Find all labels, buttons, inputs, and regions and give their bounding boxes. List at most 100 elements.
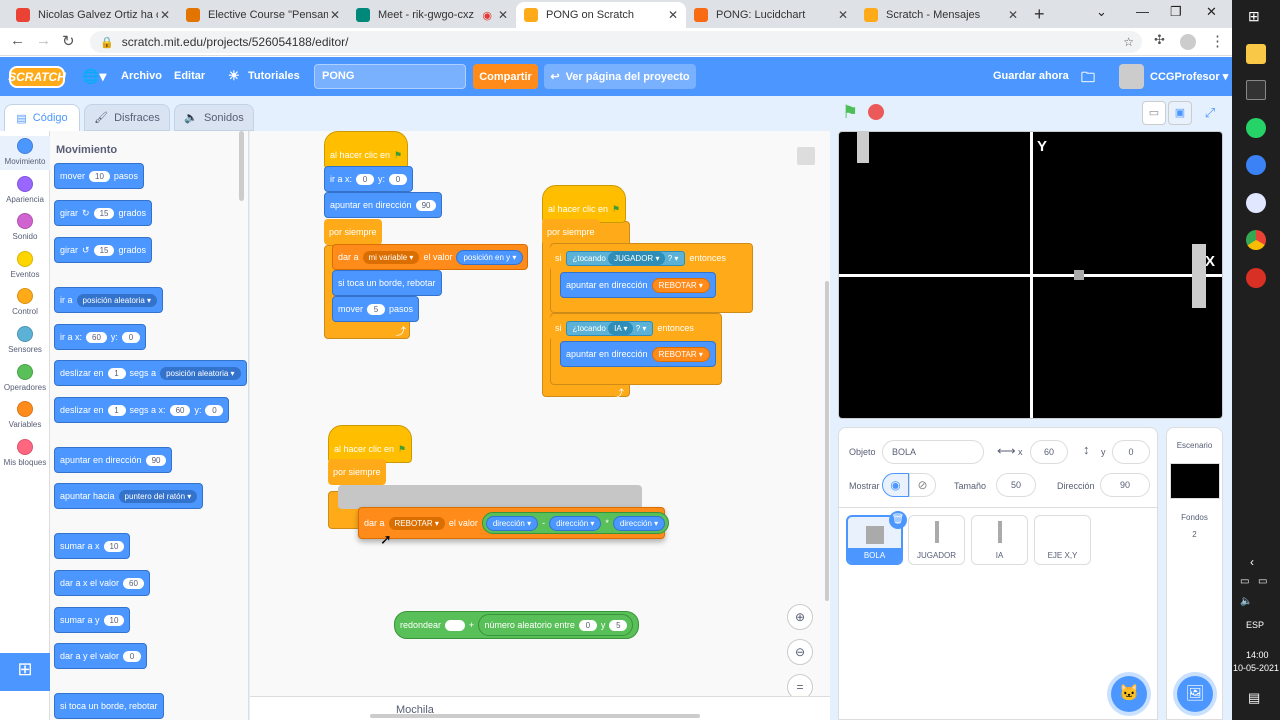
block-dar-x[interactable]: dar a x el valor 60 <box>54 570 150 596</box>
new-tab-icon[interactable]: + <box>1034 4 1045 25</box>
stage-canvas[interactable]: Y X <box>838 131 1223 419</box>
back-icon[interactable]: ← <box>10 32 25 49</box>
block-apuntar-direccion[interactable]: apuntar en dirección 90 <box>324 192 443 218</box>
browser-tab[interactable]: PONG: Lucidchart ✕ <box>686 2 856 28</box>
block-sumar-y[interactable]: sumar a y 10 <box>54 607 131 633</box>
menu-archivo[interactable]: Archivo <box>121 70 162 82</box>
operator-redondear[interactable]: redondear + número aleatorio entre 0 y 5 <box>394 611 640 639</box>
recorder-icon[interactable] <box>1246 268 1266 288</box>
when-flag-clicked-hat[interactable]: al hacer clic en ⚑ <box>542 185 627 223</box>
size-input[interactable]: 50 <box>996 473 1036 497</box>
zoom-out-button[interactable]: ⊖ <box>787 639 813 665</box>
share-button[interactable]: Compartir <box>473 64 538 89</box>
y-input[interactable]: 0 <box>1112 440 1150 464</box>
battery-icon[interactable]: ▭ <box>1258 576 1267 587</box>
sprite-tile-eje[interactable]: EJE X,Y <box>1034 515 1091 565</box>
zoom-in-button[interactable]: ⊕ <box>787 604 813 630</box>
operator-multiply[interactable]: dirección-dirección*dirección <box>481 512 670 534</box>
whatsapp-icon[interactable] <box>1246 118 1266 138</box>
my-stuff-folder-icon[interactable]: 🗀 <box>1081 67 1095 91</box>
category-mis-bloques[interactable]: Mis bloques <box>0 439 50 467</box>
block-rebotar[interactable]: si toca un borde, rebotar <box>332 270 442 296</box>
category-apariencia[interactable]: Apariencia <box>0 176 50 204</box>
close-icon[interactable]: ✕ <box>498 8 508 22</box>
category-sensores[interactable]: Sensores <box>0 326 50 354</box>
save-now-button[interactable]: Guardar ahora <box>993 70 1069 82</box>
block-apuntar-hacia[interactable]: apuntar hacia puntero del ratón <box>54 483 204 509</box>
tab-sounds[interactable]: 🔈 Sonidos <box>174 104 254 131</box>
scratch-logo[interactable]: SCRATCH <box>8 66 66 88</box>
stop-icon[interactable] <box>868 104 884 120</box>
choose-sprite-cat-icon[interactable]: 🐱 <box>1111 676 1147 712</box>
category-variables[interactable]: Variables <box>0 401 50 429</box>
choose-backdrop-icon[interactable]: 🖼 <box>1177 676 1213 712</box>
workspace-v-scrollbar[interactable] <box>825 281 829 601</box>
block-si[interactable]: si¿tocando JUGADOR ?entonces <box>550 245 731 271</box>
fullscreen-icon[interactable]: ⤢ <box>1198 101 1222 125</box>
tab-search-icon[interactable]: ⌄ <box>1096 4 1107 20</box>
close-icon[interactable]: ✕ <box>1008 8 1018 22</box>
user-avatar[interactable] <box>1119 64 1144 89</box>
browser-tab[interactable]: Nicolas Galvez Ortiz ha com ✕ <box>8 2 178 28</box>
category-eventos[interactable]: Eventos <box>0 251 50 279</box>
reload-icon[interactable]: ↻ <box>62 32 75 50</box>
sprite-tile-bola[interactable]: BOLA 🗑 <box>846 511 907 565</box>
browser-tab[interactable]: Elective Course "Pensamien ✕ <box>178 2 348 28</box>
when-flag-clicked-hat[interactable]: al hacer clic en ⚑ <box>324 131 409 169</box>
block-dar-variable[interactable]: dar ami variableel valorposición en y <box>332 244 528 270</box>
close-icon[interactable]: ✕ <box>330 8 340 22</box>
tab-costumes[interactable]: 🖌 Disfraces <box>84 104 170 131</box>
code-workspace[interactable]: al hacer clic en ⚑ ir a x: 0 y: 0 apuntar en… <box>250 131 830 720</box>
hide-eye-icon[interactable]: ⊘ <box>909 473 936 497</box>
category-movimiento[interactable]: Movimiento <box>0 136 50 170</box>
block-girar-derecha[interactable]: girar ↻ 15 grados <box>54 200 152 226</box>
maximize-icon[interactable]: ❐ <box>1170 4 1182 20</box>
chrome-icon[interactable] <box>1246 230 1266 250</box>
clock-date[interactable]: 10-05-2021 <box>1232 663 1280 673</box>
block-mover[interactable]: mover 5 pasos <box>332 296 420 322</box>
add-extension-button[interactable]: ⊞ <box>0 653 50 691</box>
chevron-up-icon[interactable]: ‹ <box>1250 555 1254 569</box>
workspace-h-scrollbar[interactable] <box>370 714 700 718</box>
browser-tab[interactable]: Meet - rik-gwgo-cxz ◉ ✕ <box>348 2 516 28</box>
delete-trash-icon[interactable]: 🗑 <box>889 511 907 529</box>
stage-selector[interactable]: Escenario Fondos 2 🖼 <box>1166 427 1223 720</box>
show-eye-icon[interactable]: ◉ <box>882 473 909 497</box>
account-menu[interactable]: CCGProfesor ▾ <box>1150 70 1228 83</box>
direction-input[interactable]: 90 <box>1100 473 1150 497</box>
when-flag-clicked-hat[interactable]: al hacer clic en ⚑ <box>328 425 413 463</box>
block-por-siempre[interactable]: por siempre <box>542 219 600 245</box>
block-ir-a-xy[interactable]: ir a x: 0 y: 0 <box>324 166 414 192</box>
file-explorer-icon[interactable] <box>1246 44 1266 64</box>
category-sonido[interactable]: Sonido <box>0 213 50 241</box>
block-si[interactable]: si¿tocando IA ?entonces <box>550 315 699 341</box>
language-globe-icon[interactable]: 🌐▾ <box>82 68 106 85</box>
small-stage-button[interactable]: ▭ <box>1142 101 1166 125</box>
url-field[interactable]: 🔒 scratch.mit.edu/projects/526054188/edi… <box>90 31 1142 53</box>
close-icon[interactable]: ✕ <box>668 8 678 22</box>
category-control[interactable]: Control <box>0 288 50 316</box>
block-rebotar[interactable]: si toca un borde, rebotar <box>54 693 164 719</box>
forward-icon[interactable]: → <box>36 32 51 49</box>
block-deslizar-xy[interactable]: deslizar en 1 segs a x: 60 y: 0 <box>54 397 230 423</box>
block-dar-variable-dragging[interactable]: dar aREBOTARel valor dirección-dirección… <box>358 507 670 539</box>
palette-scrollbar[interactable] <box>239 131 244 201</box>
block-apuntar-direccion[interactable]: apuntar en dirección REBOTAR <box>560 341 716 367</box>
close-icon[interactable]: ✕ <box>838 8 848 22</box>
network-icon[interactable]: ▭ <box>1240 576 1249 587</box>
browser-menu-icon[interactable]: ⋮ <box>1210 32 1225 50</box>
window-close-icon[interactable]: ✕ <box>1206 4 1217 20</box>
block-sumar-x[interactable]: sumar a x 10 <box>54 533 131 559</box>
menu-tutoriales[interactable]: Tutoriales <box>248 70 300 82</box>
block-apuntar-direccion[interactable]: apuntar en dirección REBOTAR <box>560 272 716 298</box>
block-por-siempre[interactable]: por siempre <box>328 459 386 485</box>
see-project-page-button[interactable]: ↩ Ver página del proyecto <box>544 64 696 89</box>
block-por-siempre[interactable]: por siempre <box>324 219 382 245</box>
bookmark-star-icon[interactable]: ☆ <box>1123 35 1134 49</box>
volume-icon[interactable]: 🔈 <box>1240 596 1252 607</box>
edge-icon[interactable] <box>1246 155 1266 175</box>
close-icon[interactable]: ✕ <box>160 8 170 22</box>
profile-avatar[interactable] <box>1180 34 1196 50</box>
browser-tab[interactable]: Scratch - Mensajes ✕ <box>856 2 1026 28</box>
backpack-bar[interactable]: Mochila <box>250 696 830 720</box>
